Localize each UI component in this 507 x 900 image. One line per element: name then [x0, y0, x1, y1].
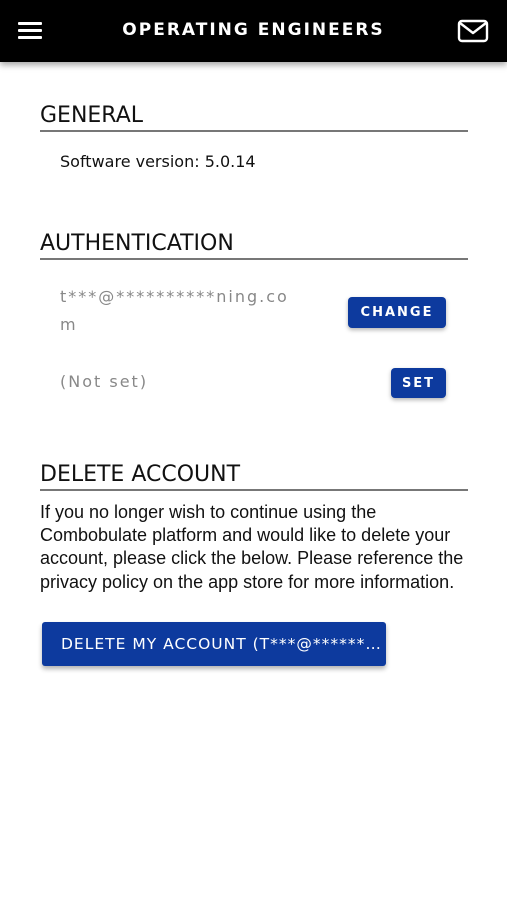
general-heading: GENERAL: [40, 103, 468, 132]
masked-email: t***@**********ning.co m: [60, 283, 289, 339]
set-phone-button[interactable]: SET: [391, 368, 446, 398]
mail-icon[interactable]: [456, 17, 490, 45]
masked-email-line2: m: [60, 315, 78, 334]
delete-account-description: If you no longer wish to continue using …: [40, 502, 464, 592]
authentication-heading: AUTHENTICATION: [40, 231, 468, 260]
software-version: Software version: 5.0.14: [60, 152, 256, 171]
app-title: OPERATING ENGINEERS: [122, 20, 385, 40]
masked-email-line1: t***@**********ning.co: [60, 287, 289, 306]
change-email-button[interactable]: CHANGE: [348, 297, 446, 328]
app-header: OPERATING ENGINEERS: [0, 0, 507, 62]
phone-not-set: (Not set): [60, 372, 149, 391]
delete-account-heading: DELETE ACCOUNT: [40, 462, 468, 491]
delete-my-account-button[interactable]: DELETE MY ACCOUNT (T***@**********NING.C…: [42, 622, 386, 666]
